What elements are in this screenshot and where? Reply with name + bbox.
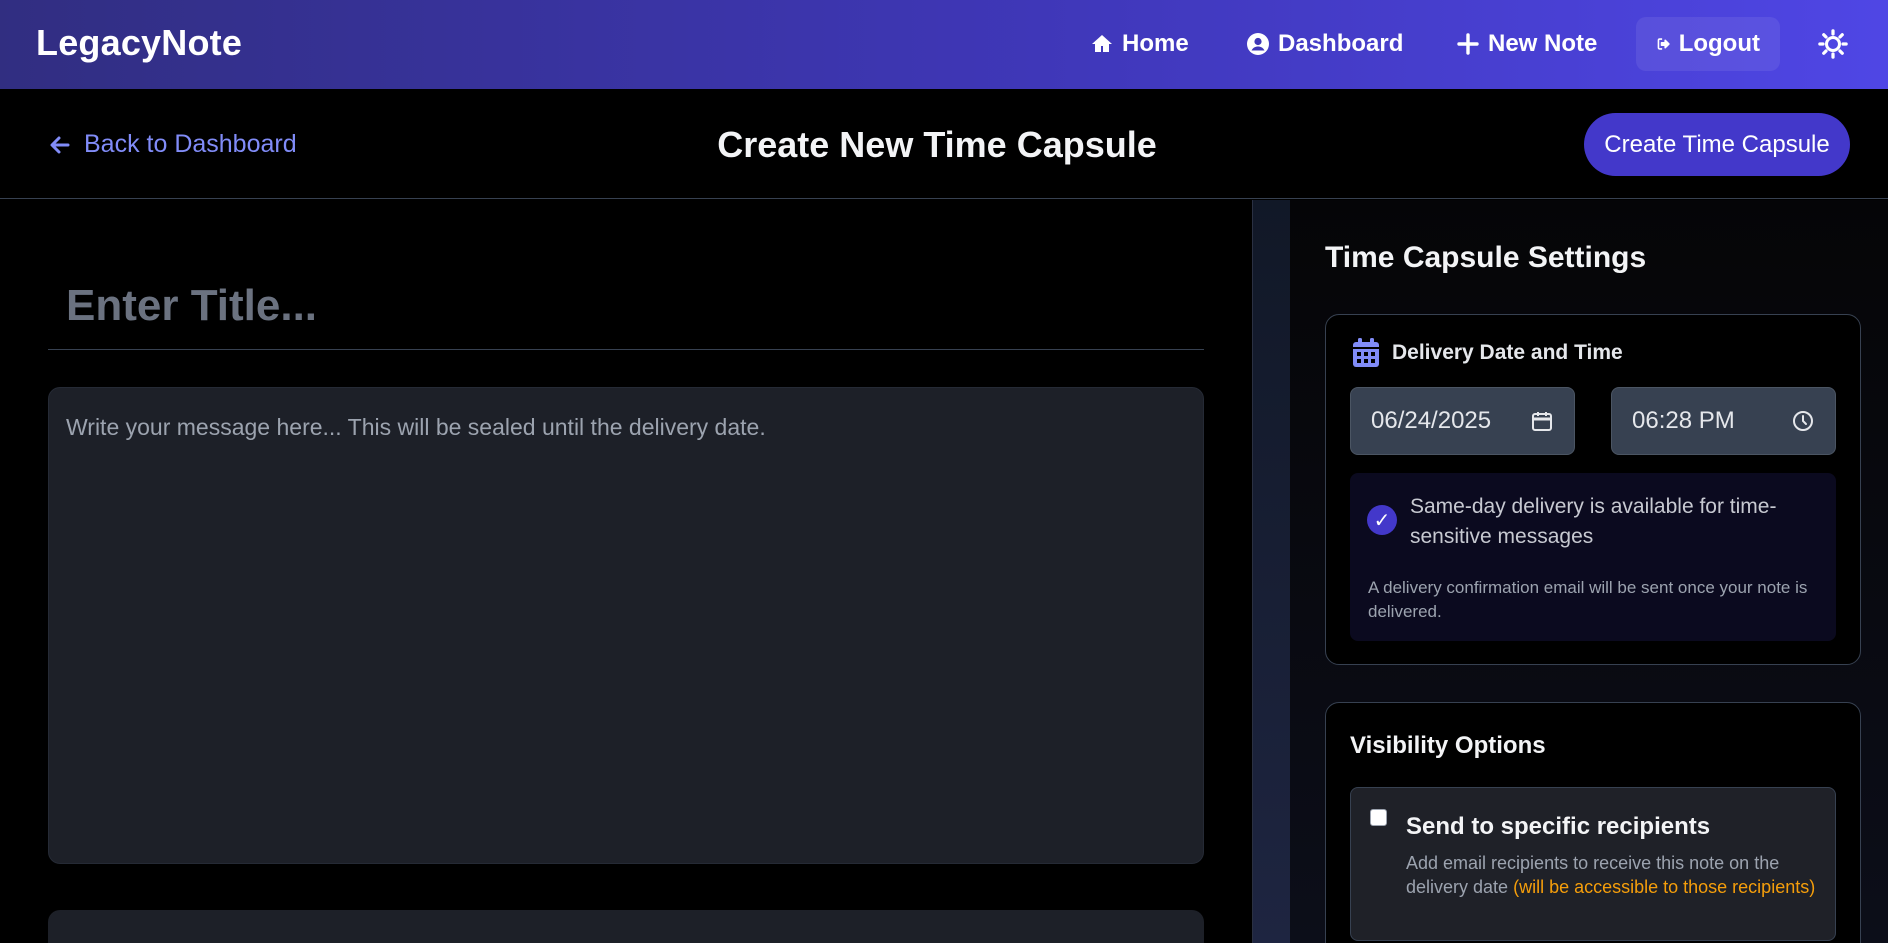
- recipients-checkbox[interactable]: [1370, 809, 1387, 826]
- delivery-date-input[interactable]: 06/24/2025: [1350, 387, 1575, 455]
- nav-home[interactable]: Home: [1090, 22, 1189, 66]
- create-time-capsule-button[interactable]: Create Time Capsule: [1584, 113, 1850, 176]
- plus-icon: [1457, 33, 1479, 55]
- delivery-date-value: 06/24/2025: [1371, 407, 1492, 434]
- nav-home-label: Home: [1122, 30, 1189, 57]
- nav-logout-label: Logout: [1678, 30, 1760, 57]
- nav-new-note-label: New Note: [1488, 30, 1598, 57]
- message-textarea[interactable]: [48, 387, 1204, 864]
- calendar-icon: [1353, 338, 1379, 367]
- clock-icon[interactable]: [1791, 409, 1815, 433]
- user-circle-icon: [1247, 33, 1269, 55]
- theme-toggle[interactable]: [1818, 24, 1848, 64]
- nav-new-note[interactable]: New Note: [1456, 22, 1597, 66]
- delivery-time-input[interactable]: 06:28 PM: [1611, 387, 1836, 455]
- title-input[interactable]: [48, 262, 1204, 350]
- panel-divider: [1252, 200, 1290, 943]
- attachments-panel: [48, 910, 1204, 943]
- visibility-title: Visibility Options: [1350, 732, 1546, 759]
- recipients-access-note: (will be accessible to those recipients): [1513, 877, 1816, 897]
- nav-logout[interactable]: Logout: [1636, 17, 1780, 71]
- top-nav: LegacyNote Home Dashboard New Note Logou…: [0, 0, 1888, 89]
- recipients-description: Add email recipients to receive this not…: [1406, 851, 1826, 899]
- home-icon: [1092, 35, 1112, 52]
- nav-dashboard[interactable]: Dashboard: [1246, 22, 1403, 66]
- recipients-label[interactable]: Send to specific recipients: [1406, 813, 1710, 841]
- logout-icon: [1657, 38, 1670, 50]
- delivery-time-value: 06:28 PM: [1632, 407, 1735, 434]
- delivery-header: Delivery Date and Time: [1352, 338, 1623, 368]
- check-icon: ✓: [1367, 505, 1397, 535]
- sun-icon: [1818, 29, 1848, 59]
- brand-logo[interactable]: LegacyNote: [36, 22, 242, 64]
- same-day-info: Same-day delivery is available for time-…: [1410, 495, 1777, 548]
- confirmation-info: A delivery confirmation email will be se…: [1368, 578, 1808, 621]
- calendar-picker-icon[interactable]: [1530, 409, 1554, 433]
- delivery-label: Delivery Date and Time: [1392, 341, 1623, 364]
- nav-dashboard-label: Dashboard: [1278, 30, 1404, 57]
- settings-title: Time Capsule Settings: [1325, 241, 1647, 274]
